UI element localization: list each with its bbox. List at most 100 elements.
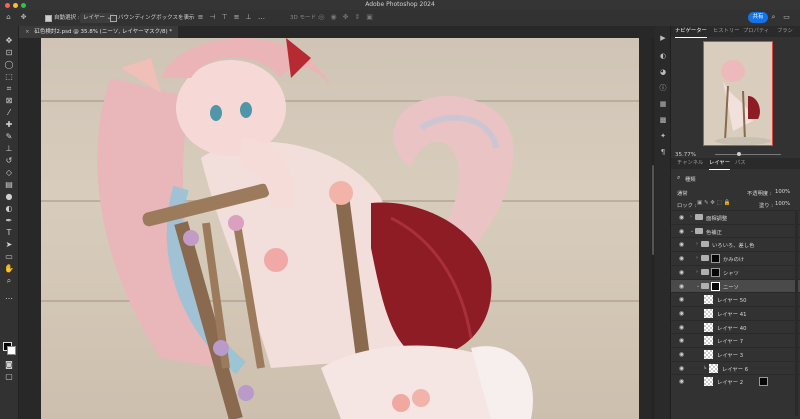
- layer-row[interactable]: ◉ レイヤー 3: [671, 347, 800, 362]
- crop-tool-icon[interactable]: ⌗: [4, 84, 14, 94]
- object-select-tool-icon[interactable]: ⬚: [4, 72, 14, 82]
- visibility-eye-icon[interactable]: ◉: [678, 296, 685, 303]
- chevron-right-icon[interactable]: ›: [696, 255, 698, 261]
- eraser-tool-icon[interactable]: ◇: [4, 168, 14, 178]
- 3d-roll-icon[interactable]: ◉: [330, 14, 337, 21]
- zoom-tool-icon[interactable]: ⌕: [4, 276, 14, 286]
- tab-brush[interactable]: ブラシ: [777, 26, 793, 37]
- canvas-scroll-thumb[interactable]: [652, 165, 654, 255]
- chevron-right-icon[interactable]: ›: [690, 214, 692, 220]
- layers-scrollbar[interactable]: [795, 210, 798, 416]
- more-tools-icon[interactable]: …: [4, 292, 14, 302]
- visibility-eye-icon[interactable]: ◉: [678, 241, 685, 248]
- visibility-eye-icon[interactable]: ◉: [678, 378, 685, 385]
- layer-row[interactable]: ◉ › いろいろ、差し色: [671, 237, 800, 252]
- layer-row[interactable]: ◉ レイヤー 2: [671, 374, 800, 389]
- chevron-down-icon[interactable]: ⌄: [696, 283, 700, 289]
- libraries-icon[interactable]: ▦: [659, 100, 667, 108]
- layer-mask-thumbnail[interactable]: [711, 281, 720, 291]
- healing-brush-icon[interactable]: ✚: [4, 120, 14, 130]
- share-button[interactable]: 共有: [748, 12, 768, 23]
- tab-channels[interactable]: チャンネル: [677, 158, 703, 169]
- search-icon[interactable]: ⌕: [677, 174, 680, 182]
- close-icon[interactable]: ×: [25, 29, 30, 35]
- more-options-icon[interactable]: …: [258, 14, 265, 21]
- info-icon[interactable]: ⓘ: [659, 84, 667, 92]
- search-icon[interactable]: ⌕: [770, 14, 777, 21]
- lock-icons[interactable]: ▣ ✎ ✥ ⬚ 🔒: [697, 200, 730, 206]
- brush-tool-icon[interactable]: ✎: [4, 132, 14, 142]
- tab-layers[interactable]: レイヤー: [709, 158, 731, 170]
- auto-select-checkbox[interactable]: [45, 15, 52, 22]
- 3d-scale-icon[interactable]: ▣: [366, 14, 373, 21]
- 3d-orbit-icon[interactable]: ◎: [318, 14, 325, 21]
- visibility-eye-icon[interactable]: ◉: [678, 337, 685, 344]
- swatches-icon[interactable]: ▩: [659, 116, 667, 124]
- opacity-value[interactable]: 100%: [775, 189, 790, 195]
- blend-mode-select[interactable]: 通常: [677, 189, 688, 197]
- visibility-eye-icon[interactable]: ◉: [678, 283, 685, 290]
- 3d-pan-icon[interactable]: ✥: [342, 14, 349, 21]
- layer-row[interactable]: ◉ レイヤー 40: [671, 319, 800, 335]
- layer-row[interactable]: ◉ › 面相調整: [671, 210, 800, 225]
- layer-mask-thumbnail[interactable]: [759, 377, 768, 387]
- chevron-right-icon[interactable]: ›: [696, 269, 698, 275]
- align-center-icon[interactable]: ≡: [197, 14, 204, 21]
- move-tool-icon[interactable]: ✥: [4, 36, 14, 46]
- color-icon[interactable]: ◕: [659, 68, 667, 76]
- visibility-eye-icon[interactable]: ◉: [678, 269, 685, 276]
- chevron-down-icon[interactable]: ⌄: [690, 228, 694, 234]
- dodge-tool-icon[interactable]: ◐: [4, 204, 14, 214]
- tab-paths[interactable]: パス: [735, 158, 746, 169]
- history-brush-icon[interactable]: ↺: [4, 156, 14, 166]
- align-right-icon[interactable]: ⊣: [209, 14, 216, 21]
- workspace-icon[interactable]: ▭: [783, 14, 790, 21]
- navigator-zoom-thumb[interactable]: [737, 152, 741, 156]
- gradient-tool-icon[interactable]: ▤: [4, 180, 14, 190]
- home-icon[interactable]: ⌂: [5, 14, 12, 21]
- layer-row[interactable]: ◉ ⌄ ニーソ: [671, 278, 800, 294]
- layer-mask-thumbnail[interactable]: [711, 267, 720, 277]
- eyedropper-tool-icon[interactable]: ⁄: [4, 108, 14, 118]
- visibility-eye-icon[interactable]: ◉: [678, 324, 685, 331]
- align-left-icon[interactable]: ⊢: [185, 14, 192, 21]
- layer-row[interactable]: ◉ ⌄ 色補正: [671, 223, 800, 239]
- hand-tool-icon[interactable]: ✋: [4, 264, 14, 274]
- navigator-view-frame[interactable]: [703, 41, 773, 146]
- layer-row[interactable]: ◉ ↳ レイヤー 6: [671, 360, 800, 376]
- layer-mask-thumbnail[interactable]: [711, 254, 720, 264]
- bounding-box-checkbox[interactable]: [110, 15, 117, 22]
- layer-row[interactable]: ◉ レイヤー 41: [671, 305, 800, 321]
- rectangle-tool-icon[interactable]: ▭: [4, 252, 14, 262]
- visibility-eye-icon[interactable]: ◉: [678, 351, 685, 358]
- document-tab[interactable]: × 矼色検討2.psd @ 35.8% (ニーソ, レイヤーマスク/8) *: [19, 26, 179, 38]
- document-canvas[interactable]: [41, 38, 639, 419]
- styles-icon[interactable]: ✦: [659, 132, 667, 140]
- canvas-area[interactable]: [19, 38, 655, 419]
- path-select-icon[interactable]: ➤: [4, 240, 14, 250]
- fill-value[interactable]: 100%: [775, 201, 790, 207]
- visibility-eye-icon[interactable]: ◉: [678, 365, 685, 372]
- layer-row[interactable]: ◉ レイヤー 7: [671, 333, 800, 348]
- visibility-eye-icon[interactable]: ◉: [678, 255, 685, 262]
- layer-kind-filter[interactable]: 種類: [685, 175, 696, 183]
- align-bottom-icon[interactable]: ⊥: [245, 14, 252, 21]
- screen-mode-icon[interactable]: ▢: [4, 372, 14, 382]
- adjustments-icon[interactable]: ◐: [659, 52, 667, 60]
- tab-navigator[interactable]: ナビゲーター: [675, 26, 707, 38]
- artboard-tool-icon[interactable]: ⊡: [4, 48, 14, 58]
- align-top-icon[interactable]: ⊤: [221, 14, 228, 21]
- layer-row[interactable]: ◉ › かみのけ: [671, 251, 800, 266]
- chevron-right-icon[interactable]: ›: [696, 241, 698, 247]
- paragraph-icon[interactable]: ¶: [659, 148, 667, 156]
- type-tool-icon[interactable]: T: [4, 228, 14, 238]
- visibility-eye-icon[interactable]: ◉: [678, 310, 685, 317]
- quick-mask-icon[interactable]: ◙: [4, 360, 14, 370]
- pen-tool-icon[interactable]: ✒: [4, 216, 14, 226]
- visibility-eye-icon[interactable]: ◉: [678, 228, 685, 235]
- move-tool-icon[interactable]: ✥: [20, 14, 27, 21]
- 3d-slide-icon[interactable]: ⇕: [354, 14, 361, 21]
- navigator-zoom-slider[interactable]: [715, 154, 781, 155]
- tab-properties[interactable]: プロパティ: [743, 26, 769, 37]
- align-middle-icon[interactable]: ≡: [233, 14, 240, 21]
